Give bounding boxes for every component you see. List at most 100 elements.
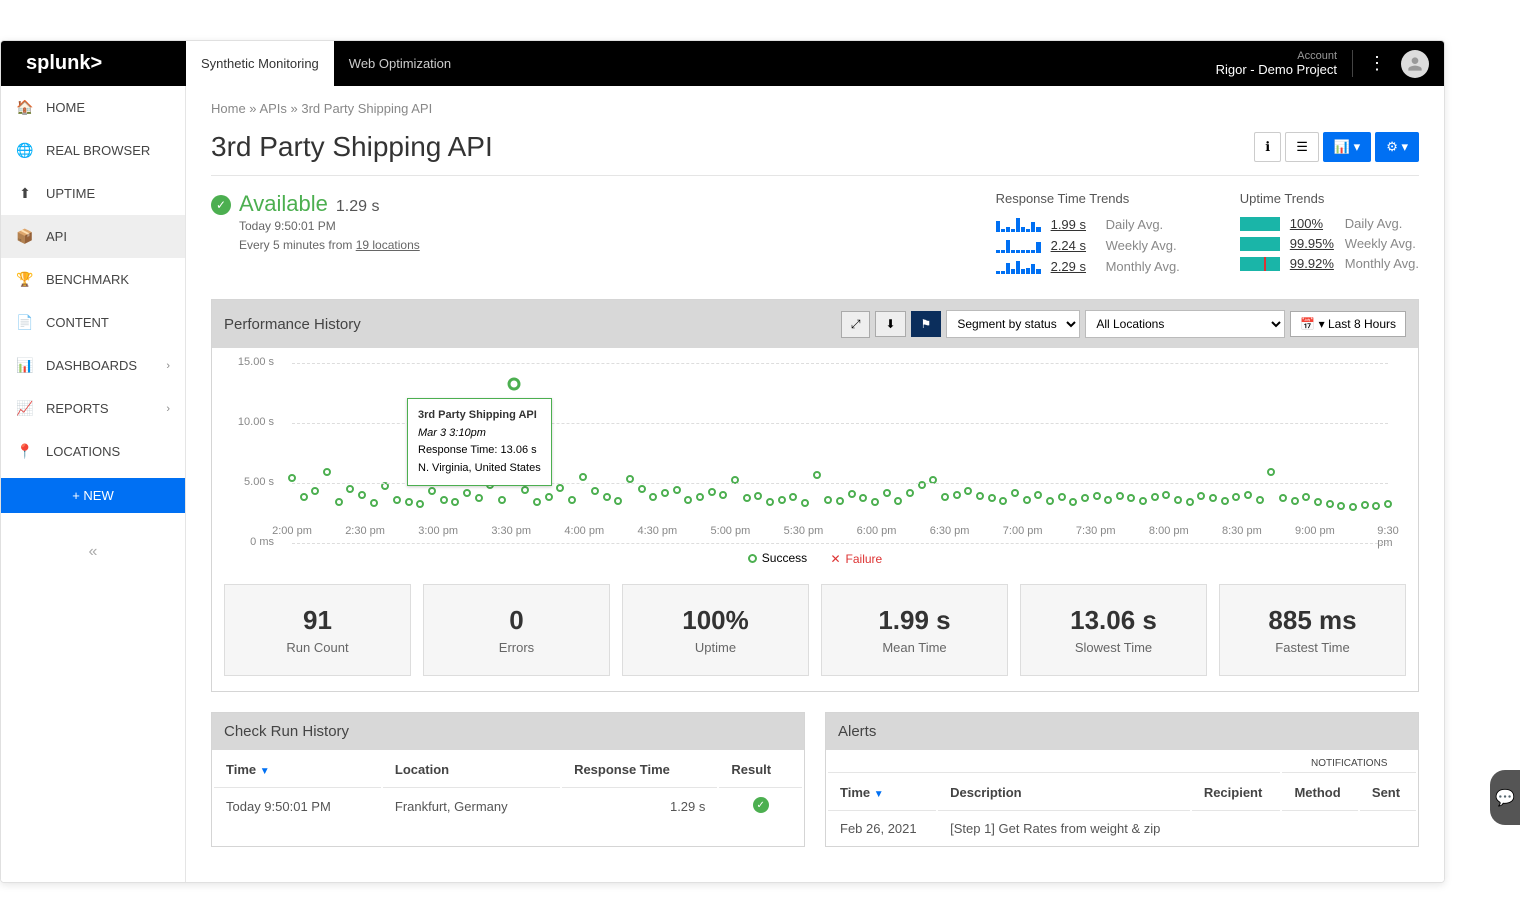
api-icon: 📦	[16, 228, 34, 245]
document-icon: 📄	[16, 314, 34, 331]
date-range-button[interactable]: 📅 ▾ Last 8 Hours	[1290, 311, 1406, 337]
nav-api[interactable]: 📦API	[1, 215, 185, 258]
table-row[interactable]: Today 9:50:01 PM Frankfurt, Germany 1.29…	[214, 790, 802, 824]
stat-label: Mean Time	[832, 640, 997, 655]
segment-select[interactable]: Segment by status	[946, 310, 1080, 338]
sparkline-icon	[996, 216, 1041, 232]
list-button[interactable]: ☰	[1285, 132, 1319, 162]
up-daily-label: Daily Avg.	[1345, 216, 1403, 231]
chat-widget[interactable]: 💬	[1490, 770, 1520, 825]
cell-time: Today 9:50:01 PM	[214, 790, 381, 824]
settings-dropdown-button[interactable]: ⚙ ▾	[1375, 132, 1419, 162]
resp-weekly-value[interactable]: 2.24 s	[1051, 238, 1096, 253]
col-response-time[interactable]: Response Time	[562, 752, 717, 788]
col-result[interactable]: Result	[719, 752, 802, 788]
nav-loc-label: LOCATIONS	[46, 444, 120, 459]
up-weekly-value[interactable]: 99.95%	[1290, 236, 1335, 251]
user-avatar[interactable]	[1401, 50, 1429, 78]
performance-chart[interactable]: 3rd Party Shipping API Mar 3 3:10pm Resp…	[232, 363, 1398, 543]
crumb-apis[interactable]: APIs	[259, 101, 286, 116]
stat-label: Run Count	[235, 640, 400, 655]
legend-failure: Failure	[846, 552, 883, 566]
expand-button[interactable]: ⤢	[841, 311, 871, 338]
download-button[interactable]: ⬇	[875, 311, 905, 337]
chart-dropdown-button[interactable]: 📊 ▾	[1323, 132, 1371, 162]
up-weekly-label: Weekly Avg.	[1345, 236, 1416, 251]
performance-history-panel: Performance History ⤢ ⬇ ⚑ Segment by sta…	[211, 299, 1419, 692]
alert-col-desc[interactable]: Description	[938, 775, 1190, 811]
uptime-icon: ⬆	[16, 185, 34, 202]
tab-synthetic-monitoring[interactable]: Synthetic Monitoring	[186, 41, 334, 86]
top-bar: splunk> Synthetic Monitoring Web Optimiz…	[1, 41, 1444, 86]
nav-home-label: HOME	[46, 100, 85, 115]
pin-icon: 📍	[16, 443, 34, 460]
status-when: Today 9:50:01 PM	[239, 217, 420, 236]
chevron-right-icon: ›	[166, 403, 170, 415]
info-button[interactable]: ℹ	[1254, 132, 1281, 162]
resp-monthly-label: Monthly Avg.	[1106, 259, 1180, 274]
nav-uptime[interactable]: ⬆UPTIME	[1, 172, 185, 215]
stat-label: Fastest Time	[1230, 640, 1395, 655]
flag-button[interactable]: ⚑	[911, 311, 942, 337]
up-monthly-row: 99.92% Monthly Avg.	[1240, 256, 1419, 271]
cell-result: ✓	[719, 790, 802, 824]
uptime-bar-icon	[1240, 257, 1280, 271]
status-check-icon: ✓	[211, 195, 231, 215]
sparkline-icon	[996, 237, 1041, 253]
nav-benchmark[interactable]: 🏆BENCHMARK	[1, 258, 185, 301]
up-daily-value[interactable]: 100%	[1290, 216, 1335, 231]
globe-icon: 🌐	[16, 142, 34, 159]
alert-col-recipient[interactable]: Recipient	[1192, 775, 1281, 811]
chart-icon: 📈	[16, 400, 34, 417]
nav-real-browser[interactable]: 🌐REAL BROWSER	[1, 129, 185, 172]
crumb-home[interactable]: Home	[211, 101, 246, 116]
nav-content[interactable]: 📄CONTENT	[1, 301, 185, 344]
table-row[interactable]: Feb 26, 2021 [Step 1] Get Rates from wei…	[828, 813, 1416, 844]
alert-col-method[interactable]: Method	[1282, 775, 1357, 811]
nav-dashboards[interactable]: 📊DASHBOARDS›	[1, 344, 185, 387]
alert-col-sent[interactable]: Sent	[1360, 775, 1416, 811]
alert-col-time[interactable]: Time ▼	[828, 775, 936, 811]
more-menu-icon[interactable]: ⋮	[1368, 53, 1386, 74]
tooltip-time: Mar 3 3:10pm	[418, 427, 486, 439]
chevron-right-icon: ›	[166, 360, 170, 372]
locations-select[interactable]: All Locations	[1085, 310, 1285, 338]
nav-home[interactable]: 🏠 HOME	[1, 86, 185, 129]
notifications-col-group: NOTIFICATIONS	[1282, 752, 1416, 773]
cell-location: Frankfurt, Germany	[383, 790, 560, 824]
stat-value: 13.06 s	[1031, 605, 1196, 636]
cell-time: Feb 26, 2021	[828, 813, 936, 844]
check-run-history-panel: Check Run History Time ▼ Location Respon…	[211, 712, 805, 847]
sort-icon: ▼	[874, 789, 884, 800]
nav-locations[interactable]: 📍 LOCATIONS	[1, 430, 185, 473]
resp-monthly-value[interactable]: 2.29 s	[1051, 259, 1096, 274]
resp-daily-value[interactable]: 1.99 s	[1051, 217, 1096, 232]
uptime-trends-title: Uptime Trends	[1240, 191, 1419, 206]
account-info[interactable]: Account Rigor - Demo Project	[1216, 50, 1353, 77]
nav-bench-label: BENCHMARK	[46, 272, 129, 287]
collapse-sidebar-icon[interactable]: «	[1, 513, 185, 591]
tab-web-optimization[interactable]: Web Optimization	[334, 41, 466, 86]
sidebar: 🏠 HOME 🌐REAL BROWSER ⬆UPTIME 📦API 🏆BENCHM…	[1, 86, 186, 882]
home-icon: 🏠	[16, 99, 34, 116]
up-daily-row: 100% Daily Avg.	[1240, 216, 1419, 231]
resp-weekly-label: Weekly Avg.	[1106, 238, 1177, 253]
failure-x-icon: ✕	[830, 552, 840, 566]
perf-title: Performance History	[224, 316, 361, 333]
brand-logo: splunk>	[1, 52, 186, 75]
success-dot-icon	[748, 554, 757, 563]
runhist-title: Check Run History	[224, 723, 349, 740]
locations-link[interactable]: 19 locations	[356, 238, 420, 252]
success-check-icon: ✓	[753, 797, 769, 813]
tooltip-response: Response Time: 13.06 s	[418, 444, 537, 456]
sparkline-icon	[996, 258, 1041, 274]
stat-card: 91Run Count	[224, 584, 411, 676]
cell-rt: 1.29 s	[562, 790, 717, 824]
col-location[interactable]: Location	[383, 752, 560, 788]
new-button[interactable]: + NEW	[1, 478, 185, 513]
col-time[interactable]: Time ▼	[214, 752, 381, 788]
nav-reports-label: REPORTS	[46, 401, 109, 416]
nav-reports[interactable]: 📈 REPORTS ›	[1, 387, 185, 430]
nav-dash-label: DASHBOARDS	[46, 358, 137, 373]
up-monthly-value[interactable]: 99.92%	[1290, 256, 1335, 271]
